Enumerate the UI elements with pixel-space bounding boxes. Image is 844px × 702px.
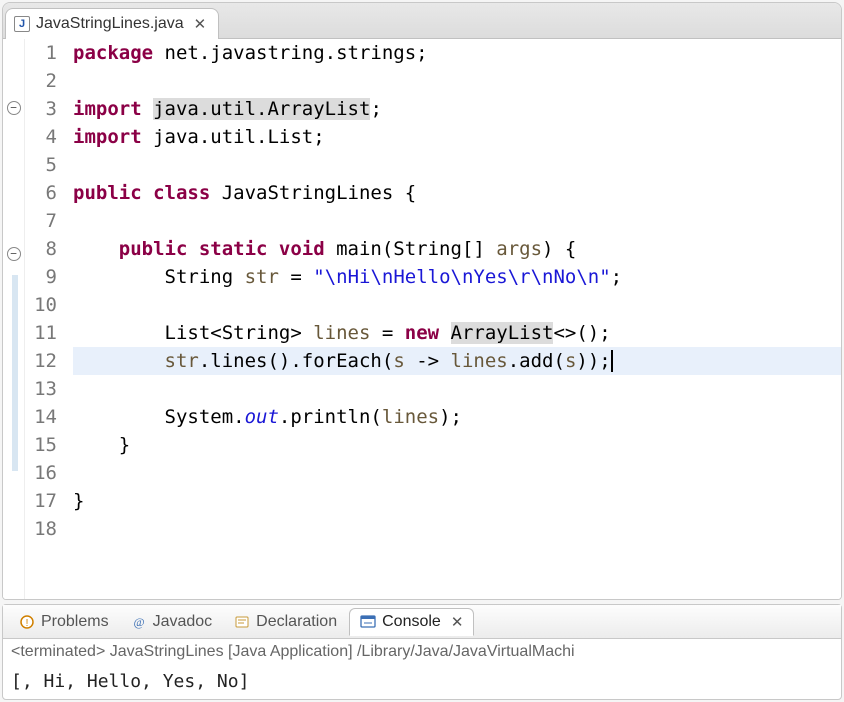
views-tab-bar: ! Problems @ Javadoc Declaration Console… [3,605,841,639]
tab-problems-label: Problems [41,613,109,631]
code-line[interactable] [73,67,841,95]
code-line[interactable]: System.out.println(lines); [73,403,841,431]
line-number: 13 [25,375,57,403]
fold-toggle-icon[interactable]: − [7,247,21,261]
fold-toggle-icon[interactable]: − [7,101,21,115]
close-icon[interactable]: ✕ [194,15,207,33]
code-line[interactable]: import java.util.ArrayList; [73,95,841,123]
tab-problems[interactable]: ! Problems [9,609,119,635]
line-number: 4 [25,123,57,151]
line-number: 11 [25,319,57,347]
svg-text:@: @ [133,615,144,629]
line-number: 12 [25,347,57,375]
method-range-marker [12,387,18,415]
method-range-marker [12,415,18,443]
line-number-gutter: 123456789101112131415161718 [25,39,63,599]
code-area[interactable]: −− 123456789101112131415161718 package n… [3,39,841,599]
line-number: 17 [25,487,57,515]
code-line[interactable]: public class JavaStringLines { [73,179,841,207]
line-number: 16 [25,459,57,487]
code-line[interactable]: } [73,487,841,515]
tab-declaration[interactable]: Declaration [224,609,347,635]
code-line[interactable] [73,375,841,403]
editor-tab-label: JavaStringLines.java [36,15,184,33]
line-number: 7 [25,207,57,235]
close-icon[interactable]: ✕ [451,613,464,631]
line-number: 5 [25,151,57,179]
code-line[interactable]: List<String> lines = new ArrayList<>(); [73,319,841,347]
code-line[interactable]: } [73,431,841,459]
method-range-marker [12,443,18,471]
method-range-marker [12,331,18,359]
marker-bar: −− [3,39,25,599]
code-line[interactable]: str.lines().forEach(s -> lines.add(s)); [73,347,841,375]
tab-console-label: Console [382,613,441,631]
svg-text:!: ! [26,618,29,629]
code-line[interactable] [73,515,841,543]
line-number: 2 [25,67,57,95]
line-number: 1 [25,39,57,67]
editor-tab-bar: J JavaStringLines.java ✕ [3,3,841,39]
method-range-marker [12,275,18,303]
code-line[interactable]: package net.javastring.strings; [73,39,841,67]
text-caret [611,350,613,372]
line-number: 3 [25,95,57,123]
line-number: 6 [25,179,57,207]
line-number: 9 [25,263,57,291]
declaration-icon [234,614,250,630]
method-range-marker [12,303,18,331]
console-icon [360,614,376,630]
tab-declaration-label: Declaration [256,613,337,631]
line-number: 14 [25,403,57,431]
code-line[interactable]: String str = "\nHi\nHello\nYes\r\nNo\n"; [73,263,841,291]
bottom-panel: ! Problems @ Javadoc Declaration Console… [2,604,842,700]
code-line[interactable] [73,151,841,179]
line-number: 10 [25,291,57,319]
console-output[interactable]: [, Hi, Hello, Yes, No] [3,665,841,699]
editor-tab[interactable]: J JavaStringLines.java ✕ [5,8,219,39]
problems-icon: ! [19,614,35,630]
javadoc-icon: @ [131,614,147,630]
tab-javadoc-label: Javadoc [153,613,213,631]
line-number: 15 [25,431,57,459]
line-number: 8 [25,235,57,263]
code-line[interactable] [73,459,841,487]
code-content[interactable]: package net.javastring.strings; import ja… [63,39,841,599]
method-range-marker [12,359,18,387]
tab-javadoc[interactable]: @ Javadoc [121,609,223,635]
line-number: 18 [25,515,57,543]
code-line[interactable]: import java.util.List; [73,123,841,151]
code-line[interactable] [73,207,841,235]
console-process-label: <terminated> JavaStringLines [Java Appli… [3,639,841,665]
tab-console[interactable]: Console ✕ [349,608,474,636]
java-file-icon: J [14,16,30,32]
code-line[interactable]: public static void main(String[] args) { [73,235,841,263]
code-line[interactable] [73,291,841,319]
editor-pane: J JavaStringLines.java ✕ −− 123456789101… [2,2,842,600]
